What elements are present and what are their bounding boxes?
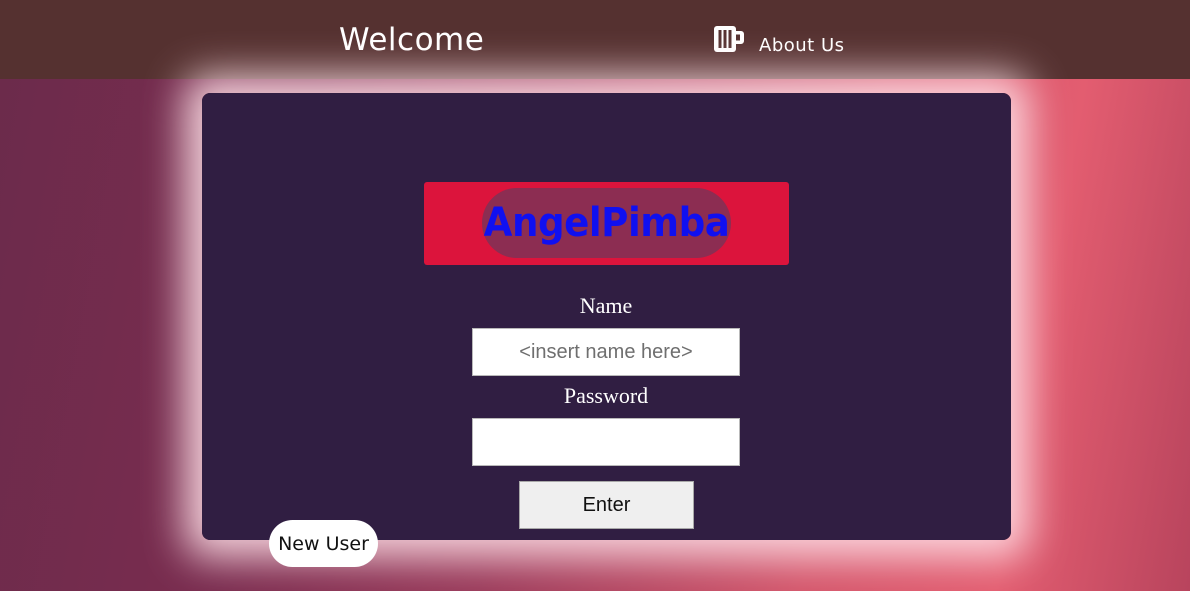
top-navigation-bar: Welcome About Us <box>0 0 1190 79</box>
new-user-button[interactable]: New User <box>269 520 378 567</box>
logo-banner: AngelPimba <box>424 182 789 265</box>
name-input[interactable] <box>472 328 740 376</box>
about-us-link[interactable]: About Us <box>712 22 845 62</box>
welcome-title: Welcome <box>339 22 485 58</box>
password-label: Password <box>563 383 649 408</box>
password-input[interactable] <box>472 418 740 466</box>
beer-mug-icon <box>712 23 746 55</box>
about-us-label: About Us <box>759 34 845 56</box>
enter-button[interactable]: Enter <box>519 481 694 529</box>
logo-text: AngelPimba <box>483 200 730 246</box>
name-label: Name <box>579 293 633 318</box>
